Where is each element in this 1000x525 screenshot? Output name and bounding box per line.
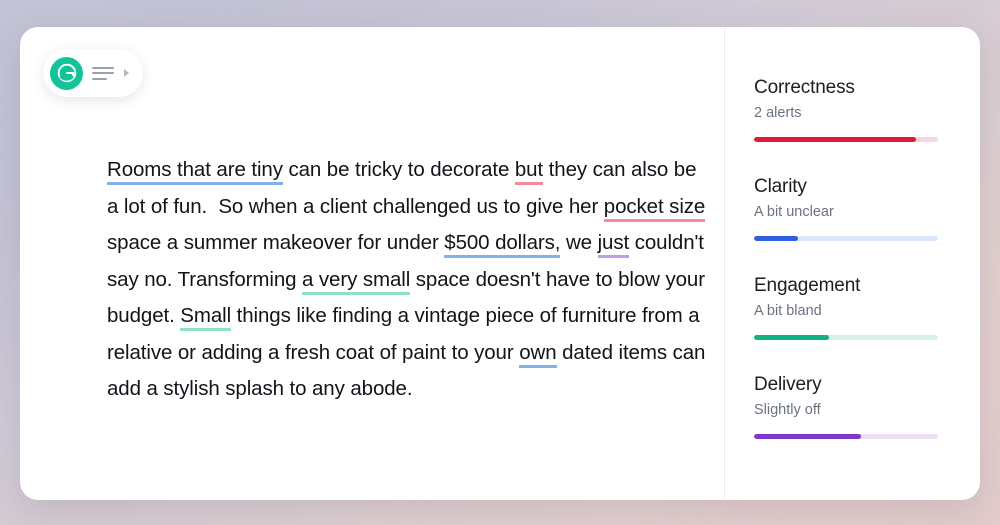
- editor-pane: Rooms that are tiny can be tricky to dec…: [20, 27, 724, 500]
- score-title: Engagement: [754, 275, 861, 296]
- suggestion-teal[interactable]: Small: [180, 304, 231, 331]
- text-run: we: [560, 231, 598, 254]
- suggestion-purple[interactable]: just: [597, 231, 629, 258]
- score-progress-fill: [754, 335, 830, 340]
- score-card-delivery[interactable]: Delivery Slightly off: [754, 373, 938, 439]
- score-card-correctness[interactable]: Correctness 2 alerts: [754, 76, 938, 142]
- suggestion-blue[interactable]: $500 dollars,: [444, 231, 560, 258]
- score-progress-track: [754, 137, 938, 142]
- score-status: A bit bland: [754, 303, 822, 319]
- suggestion-pink[interactable]: pocket size: [603, 194, 705, 222]
- score-progress-track: [754, 434, 938, 439]
- score-card-clarity[interactable]: Clarity A bit unclear: [754, 175, 938, 241]
- suggestion-teal[interactable]: a very small: [302, 267, 410, 295]
- score-status: Slightly off: [754, 402, 821, 418]
- score-progress-fill: [754, 434, 861, 439]
- score-title: Delivery: [754, 374, 822, 395]
- editor-toolbar-pill[interactable]: [43, 49, 143, 97]
- chevron-right-icon[interactable]: [124, 69, 129, 77]
- assistant-sidebar: Correctness 2 alerts Clarity A bit unclear E…: [724, 27, 980, 500]
- grammarly-editor-window: Rooms that are tiny can be tricky to dec…: [20, 27, 980, 500]
- score-progress-track: [754, 236, 938, 241]
- suggestion-pink[interactable]: but: [514, 158, 543, 185]
- score-card-engagement[interactable]: Engagement A bit bland: [754, 274, 938, 340]
- score-status: A bit unclear: [754, 204, 834, 220]
- suggestion-blue[interactable]: own: [519, 340, 557, 368]
- text-run: can be tricky to decorate: [282, 158, 515, 181]
- score-progress-fill: [754, 236, 799, 241]
- menu-icon[interactable]: [92, 66, 114, 80]
- document-text[interactable]: Rooms that are tiny can be tricky to dec…: [107, 152, 707, 408]
- score-list: Correctness 2 alerts Clarity A bit unclear E…: [754, 76, 938, 439]
- suggestion-blue[interactable]: Rooms that are tiny: [107, 158, 283, 185]
- score-title: Correctness: [754, 77, 855, 98]
- score-progress-fill: [754, 137, 916, 142]
- score-progress-track: [754, 335, 938, 340]
- score-title: Clarity: [754, 176, 807, 197]
- grammarly-logo-icon[interactable]: [50, 56, 83, 90]
- score-status: 2 alerts: [754, 105, 802, 121]
